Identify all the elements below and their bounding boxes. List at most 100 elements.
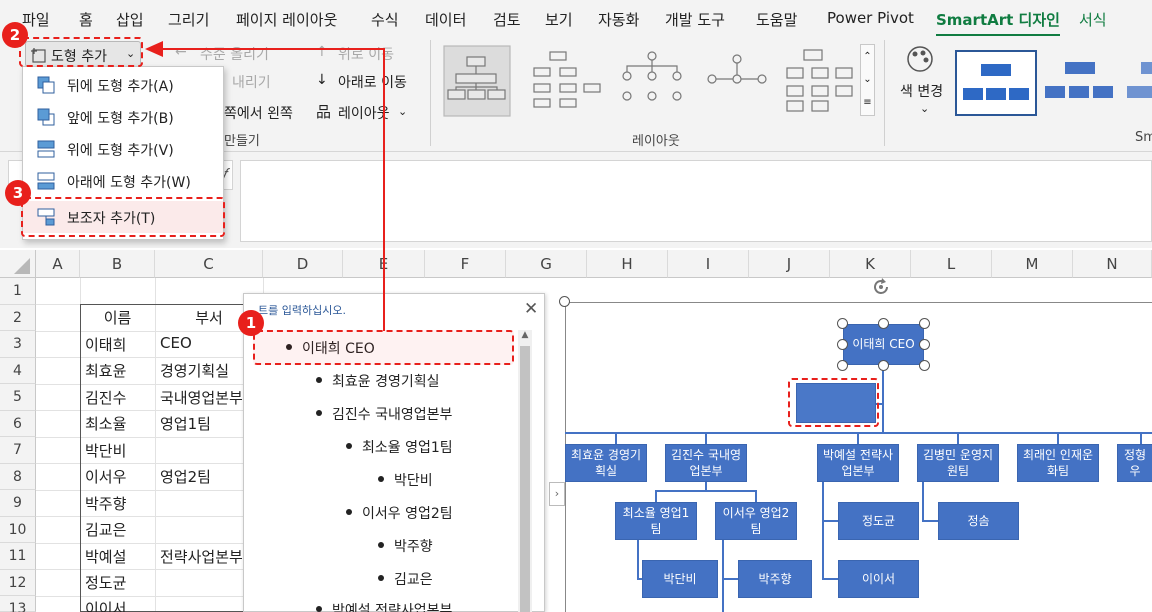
text-pane-item[interactable]: 박예설 전략사업본부 (316, 600, 452, 612)
close-icon[interactable]: ✕ (524, 299, 538, 319)
table-cell[interactable]: 이서우 (80, 466, 155, 487)
text-pane-item[interactable]: 이서우 영업2팀 (346, 503, 453, 523)
table-cell[interactable]: 최효윤 (80, 360, 155, 381)
text-pane-item[interactable]: 최효윤 경영기획실 (316, 371, 440, 391)
layout-gallery[interactable] (442, 44, 862, 118)
menu-item-add-shape-above[interactable]: 위에 도형 추가(V) (23, 133, 223, 165)
resize-handle[interactable] (919, 318, 930, 329)
tab-home[interactable]: 홈 (79, 9, 93, 30)
column-header-n[interactable]: N (1073, 250, 1152, 278)
row-header-9[interactable]: 9 (0, 490, 36, 517)
text-pane-item[interactable]: 박단비 (378, 470, 433, 490)
column-header-c[interactable]: C (155, 250, 263, 278)
move-down-button[interactable]: 아래로 이동 (338, 72, 407, 92)
gallery-more-icon[interactable]: ≡ (861, 91, 874, 114)
tab-help[interactable]: 도움말 (756, 9, 797, 30)
org-node[interactable]: 최효윤 경영기획실 (565, 444, 647, 482)
column-header-a[interactable]: A (36, 250, 80, 278)
right-to-left-button[interactable]: 쪽에서 왼쪽 (224, 103, 293, 123)
column-header-g[interactable]: G (506, 250, 587, 278)
text-pane-item[interactable]: 박주향 (378, 536, 433, 556)
change-colors-button[interactable]: 색 변경 (900, 81, 943, 101)
table-cell[interactable]: 영업1팀 (155, 413, 243, 434)
style-thumbnail-3[interactable] (1127, 50, 1152, 116)
org-node[interactable]: 박예설 전략사업본부 (817, 444, 899, 482)
expand-text-pane-button[interactable]: › (549, 482, 565, 506)
tab-view[interactable]: 보기 (545, 9, 573, 30)
gallery-scroll[interactable]: ⌃ ⌄ ≡ (860, 44, 875, 116)
resize-handle[interactable] (837, 318, 848, 329)
table-cell[interactable]: 박예설 (80, 546, 155, 567)
table-cell[interactable]: 김교은 (80, 519, 155, 540)
column-header-b[interactable]: B (80, 250, 155, 278)
table-cell[interactable]: 김진수 (80, 387, 155, 408)
table-cell[interactable]: 전략사업본부 (155, 546, 243, 567)
org-node[interactable]: 정도균 (838, 502, 919, 540)
row-header-11[interactable]: 11 (0, 543, 36, 570)
row-header-3[interactable]: 3 (0, 331, 36, 358)
row-header-13[interactable]: 13 (0, 596, 36, 612)
table-cell[interactable]: 박단비 (80, 440, 155, 461)
column-header-f[interactable]: F (425, 250, 506, 278)
select-all-corner[interactable] (0, 250, 36, 278)
org-node[interactable]: 정솜 (938, 502, 1019, 540)
table-cell[interactable]: 이태희 (80, 334, 155, 355)
table-cell[interactable]: 이이서 (80, 598, 155, 612)
column-header-k[interactable]: K (830, 250, 911, 278)
menu-item-add-shape-below[interactable]: 아래에 도형 추가(W) (23, 165, 223, 197)
row-header-2[interactable]: 2 (0, 304, 36, 331)
tab-format[interactable]: 서식 (1079, 9, 1107, 30)
style-thumbnail-2[interactable] (1043, 50, 1121, 116)
menu-item-add-shape-after[interactable]: 뒤에 도형 추가(A) (23, 69, 223, 101)
org-node[interactable]: 박단비 (642, 560, 718, 598)
tab-automate[interactable]: 자동화 (598, 9, 639, 30)
scroll-up-icon[interactable]: ▲ (519, 330, 531, 342)
style-thumbnail-1[interactable] (955, 50, 1037, 116)
table-cell[interactable]: 국내영업본부 (155, 387, 243, 408)
org-node[interactable]: 김병민 운영지원팀 (917, 444, 999, 482)
org-node[interactable]: 김진수 국내영업본부 (665, 444, 747, 482)
row-header-10[interactable]: 10 (0, 516, 36, 543)
tab-data[interactable]: 데이터 (425, 9, 466, 30)
column-header-l[interactable]: L (911, 250, 992, 278)
frame-resize-handle[interactable] (559, 296, 570, 307)
resize-handle[interactable] (919, 339, 930, 350)
tab-insert[interactable]: 삽입 (116, 9, 144, 30)
table-cell[interactable]: 영업2팀 (155, 466, 243, 487)
resize-handle[interactable] (837, 339, 848, 350)
rotate-handle-icon[interactable] (870, 276, 892, 298)
org-node[interactable]: 이서우 영업2팀 (715, 502, 797, 540)
row-header-4[interactable]: 4 (0, 357, 36, 384)
tab-draw[interactable]: 그리기 (168, 9, 209, 30)
row-header-8[interactable]: 8 (0, 463, 36, 490)
resize-handle[interactable] (878, 360, 889, 371)
text-pane-item[interactable]: 김진수 국내영업본부 (316, 404, 452, 424)
column-header-d[interactable]: D (263, 250, 343, 278)
chevron-up-icon[interactable]: ⌃ (861, 45, 874, 68)
tab-page-layout[interactable]: 페이지 레이아웃 (236, 9, 337, 30)
text-pane-scrollbar[interactable]: ▲ (518, 330, 532, 612)
column-header-m[interactable]: M (992, 250, 1073, 278)
formula-input[interactable] (240, 160, 1152, 242)
table-cell[interactable]: 경영기획실 (155, 360, 243, 381)
org-node[interactable]: 최소율 영업1팀 (615, 502, 697, 540)
row-header-1[interactable]: 1 (0, 278, 36, 305)
row-header-12[interactable]: 12 (0, 569, 36, 596)
resize-handle[interactable] (878, 318, 889, 329)
row-header-6[interactable]: 6 (0, 410, 36, 437)
org-node[interactable]: 이이서 (838, 560, 919, 598)
promote-button[interactable]: 수준 올리기 (200, 44, 269, 64)
resize-handle[interactable] (919, 360, 930, 371)
header-name-cell[interactable]: 이름 (80, 307, 155, 328)
tab-developer[interactable]: 개발 도구 (665, 9, 725, 30)
tab-review[interactable]: 검토 (493, 9, 521, 30)
resize-handle[interactable] (837, 360, 848, 371)
tab-power-pivot[interactable]: Power Pivot (827, 9, 914, 27)
org-node-ceo[interactable]: 이태희 CEO (843, 324, 924, 365)
header-dept-cell[interactable]: 부서 (155, 307, 243, 328)
menu-item-add-shape-before[interactable]: 앞에 도형 추가(B) (23, 101, 223, 133)
scrollbar-thumb[interactable] (520, 346, 530, 612)
column-header-h[interactable]: H (587, 250, 668, 278)
layout-button[interactable]: 레이아웃 (338, 103, 390, 123)
column-header-j[interactable]: J (749, 250, 830, 278)
